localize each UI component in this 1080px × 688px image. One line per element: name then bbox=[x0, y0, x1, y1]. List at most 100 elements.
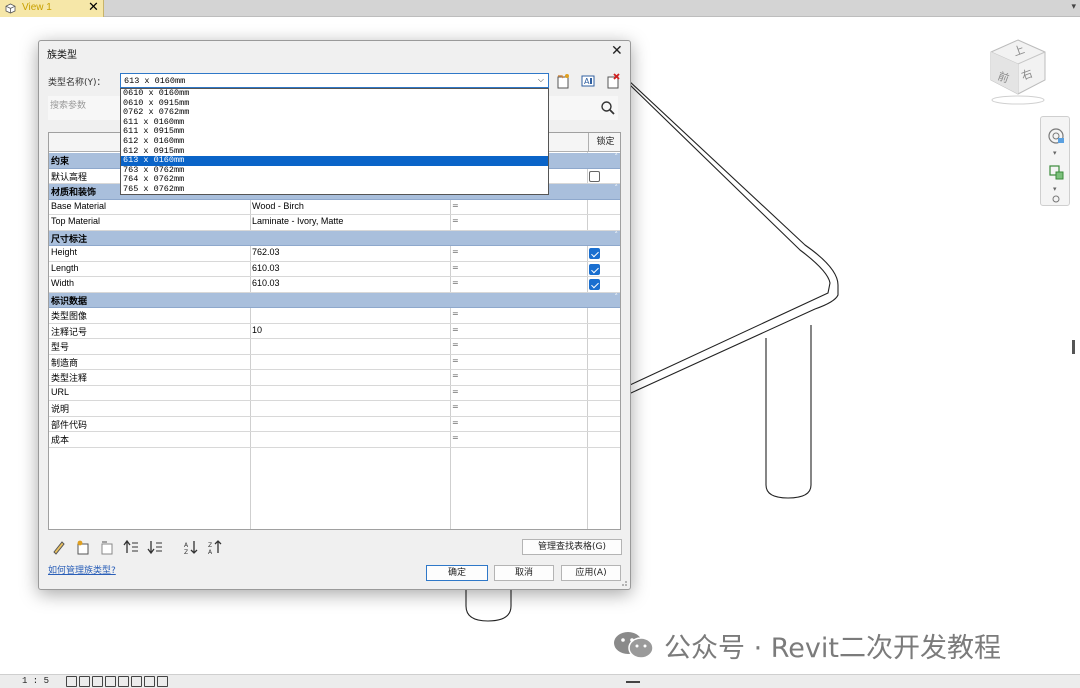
parameter-value[interactable]: 610.03 bbox=[252, 278, 280, 288]
sort-ascending-icon[interactable]: A Z bbox=[183, 539, 199, 555]
parameter-row[interactable]: 型号 = bbox=[49, 339, 620, 355]
parameter-row[interactable]: 注释记号 10 = bbox=[49, 324, 620, 339]
type-option[interactable]: 612 x 0160mm bbox=[121, 136, 548, 147]
parameter-row[interactable]: 部件代码 = bbox=[49, 417, 620, 432]
parameter-row[interactable]: Base Material Wood - Birch = bbox=[49, 200, 620, 215]
type-name-select[interactable]: 613 x 0160mm ⌵ bbox=[120, 73, 549, 88]
parameter-row[interactable]: 制造商 = bbox=[49, 355, 620, 370]
delete-parameter-icon[interactable] bbox=[99, 539, 115, 555]
sun-path-icon[interactable] bbox=[92, 676, 103, 687]
shadows-icon[interactable] bbox=[105, 676, 116, 687]
steering-dropdown-icon[interactable]: ▾ bbox=[1053, 149, 1057, 157]
collapse-group-icon[interactable]: ˄ bbox=[615, 293, 619, 301]
parameter-formula[interactable]: = bbox=[452, 201, 459, 210]
detail-level-icon[interactable] bbox=[66, 676, 77, 687]
type-option[interactable]: 763 x 0762mm bbox=[121, 165, 548, 176]
view-tab[interactable]: View 1 ✕ bbox=[0, 0, 104, 17]
nav-bar-options-icon[interactable] bbox=[1052, 195, 1060, 203]
type-name-dropdown-list[interactable]: 0610 x 0160mm 0610 x 0915mm 0762 x 0762mm 6… bbox=[120, 88, 549, 195]
new-parameter-icon[interactable] bbox=[75, 539, 91, 555]
rename-type-icon[interactable]: A bbox=[580, 73, 596, 89]
lock-checkbox[interactable] bbox=[589, 170, 600, 182]
cancel-button[interactable]: 取消 bbox=[494, 565, 554, 581]
parameter-name: 说明 bbox=[51, 404, 70, 414]
type-option[interactable]: 611 x 0915mm bbox=[121, 127, 548, 137]
type-option[interactable]: 765 x 0762mm bbox=[121, 184, 548, 195]
canvas-scroll-indicator[interactable] bbox=[1072, 340, 1075, 354]
parameter-group-row[interactable]: 尺寸标注 ˄ bbox=[49, 230, 620, 246]
parameter-formula[interactable]: = bbox=[452, 325, 459, 334]
steering-wheel-icon[interactable] bbox=[1047, 127, 1065, 145]
parameter-value[interactable]: 762.03 bbox=[252, 247, 280, 257]
view-cube-icon bbox=[5, 3, 16, 14]
tab-menu-icon[interactable]: ▾ bbox=[1071, 2, 1076, 12]
parameter-row[interactable]: Width 610.03 = bbox=[49, 277, 620, 293]
parameter-formula[interactable]: = bbox=[452, 340, 459, 349]
move-down-icon[interactable] bbox=[147, 539, 163, 555]
resize-grip-icon[interactable] bbox=[620, 579, 628, 587]
svg-text:Z: Z bbox=[208, 542, 212, 549]
parameter-value[interactable]: 10 bbox=[252, 325, 262, 335]
temporary-hide-icon[interactable] bbox=[157, 676, 168, 687]
new-type-icon[interactable] bbox=[555, 73, 571, 89]
parameter-formula[interactable]: = bbox=[452, 263, 459, 272]
parameter-row[interactable]: 类型图像 = bbox=[49, 308, 620, 324]
type-option[interactable]: 764 x 0762mm bbox=[121, 175, 548, 185]
ok-button[interactable]: 确定 bbox=[426, 565, 488, 581]
close-tab-icon[interactable]: ✕ bbox=[88, 0, 99, 15]
parameter-formula[interactable]: = bbox=[452, 216, 459, 225]
parameter-value[interactable]: Laminate - Ivory, Matte bbox=[252, 216, 343, 226]
delete-type-icon[interactable] bbox=[605, 73, 621, 89]
parameter-row[interactable]: Height 762.03 = bbox=[49, 246, 620, 262]
search-icon[interactable] bbox=[600, 100, 616, 116]
type-option[interactable]: 613 x 0160mm bbox=[121, 156, 548, 166]
parameter-row[interactable]: 说明 = bbox=[49, 401, 620, 417]
apply-button[interactable]: 应用(A) bbox=[561, 565, 621, 581]
help-link[interactable]: 如何管理族类型? bbox=[48, 563, 116, 576]
manage-lookup-tables-button[interactable]: 管理查找表格(G) bbox=[522, 539, 622, 555]
wechat-icon bbox=[614, 632, 654, 659]
hide-crop-icon[interactable] bbox=[144, 676, 155, 687]
type-option[interactable]: 612 x 0915mm bbox=[121, 146, 548, 157]
parameter-formula[interactable]: = bbox=[452, 402, 459, 411]
view-scale[interactable]: 1 : 5 bbox=[22, 676, 49, 686]
dialog-close-icon[interactable]: ✕ bbox=[611, 43, 623, 59]
crop-view-icon[interactable] bbox=[131, 676, 142, 687]
zoom-region-icon[interactable] bbox=[1047, 163, 1065, 181]
parameter-value[interactable]: 610.03 bbox=[252, 263, 280, 273]
type-option[interactable]: 611 x 0160mm bbox=[121, 117, 548, 128]
parameter-name: URL bbox=[51, 386, 70, 397]
parameter-value[interactable]: Wood - Birch bbox=[252, 201, 304, 211]
chevron-down-icon[interactable]: ⌵ bbox=[538, 75, 544, 85]
collapse-group-icon[interactable]: ˄ bbox=[615, 153, 619, 161]
parameter-row[interactable]: Length 610.03 = bbox=[49, 262, 620, 277]
parameter-formula[interactable]: = bbox=[452, 418, 459, 427]
parameter-formula[interactable]: = bbox=[452, 278, 459, 287]
rendering-icon[interactable] bbox=[118, 676, 129, 687]
parameter-formula[interactable]: = bbox=[452, 433, 459, 442]
parameter-row[interactable]: URL = bbox=[49, 386, 620, 401]
type-option[interactable]: 0762 x 0762mm bbox=[121, 108, 548, 118]
sort-descending-icon[interactable]: Z A bbox=[207, 539, 223, 555]
parameter-formula[interactable]: = bbox=[452, 356, 459, 365]
visual-style-icon[interactable] bbox=[79, 676, 90, 687]
parameter-row[interactable]: Top Material Laminate - Ivory, Matte = bbox=[49, 215, 620, 231]
parameter-formula[interactable]: = bbox=[452, 387, 459, 396]
edit-parameter-icon[interactable] bbox=[51, 539, 67, 555]
lock-checkbox[interactable] bbox=[589, 263, 600, 275]
parameter-row[interactable]: 类型注释 = bbox=[49, 370, 620, 386]
parameter-formula[interactable]: = bbox=[452, 247, 459, 256]
lock-checkbox[interactable] bbox=[589, 248, 600, 259]
parameter-formula[interactable]: = bbox=[452, 309, 459, 318]
group-name: 标识数据 bbox=[51, 295, 88, 306]
collapse-group-icon[interactable]: ˄ bbox=[615, 184, 619, 192]
parameter-formula[interactable]: = bbox=[452, 371, 459, 380]
lock-checkbox[interactable] bbox=[589, 279, 600, 290]
move-up-icon[interactable] bbox=[123, 539, 139, 555]
view-cube[interactable]: 上 前 右 bbox=[985, 36, 1051, 106]
zoom-dropdown-icon[interactable]: ▾ bbox=[1053, 185, 1057, 193]
collapse-group-icon[interactable]: ˄ bbox=[615, 231, 619, 239]
parameter-name: 成本 bbox=[51, 435, 70, 445]
parameter-group-row[interactable]: 标识数据 ˄ bbox=[49, 292, 620, 308]
parameter-row[interactable]: 成本 = bbox=[49, 432, 620, 448]
